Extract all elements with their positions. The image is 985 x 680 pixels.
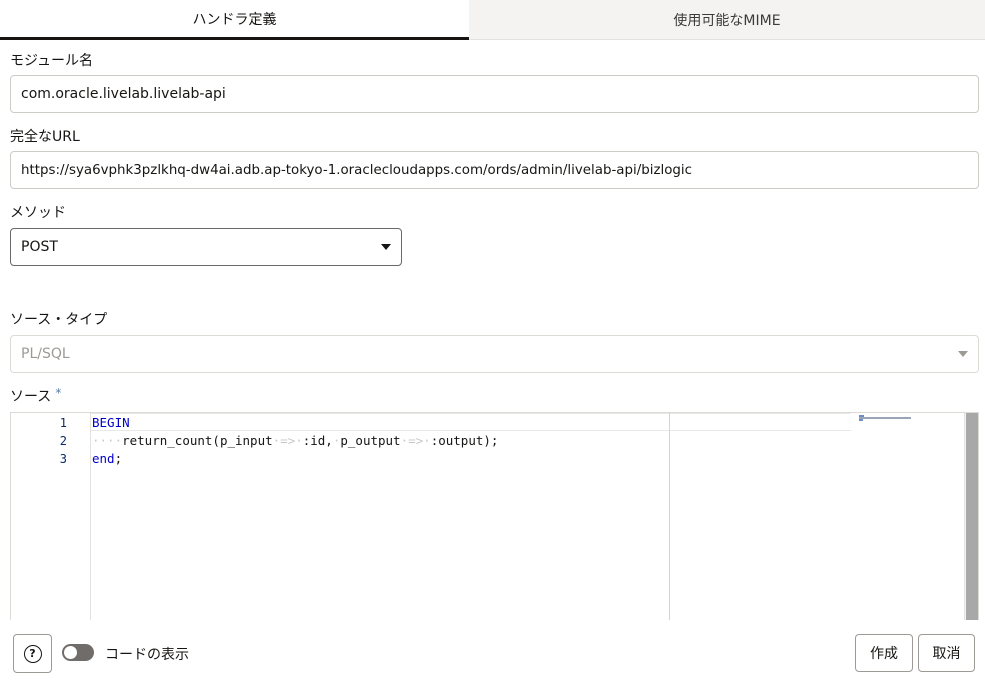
toggle-knob [64,646,77,659]
minimap-line [859,419,863,421]
code-line-3: end; [91,450,848,468]
chevron-down-icon [958,351,968,357]
line-number: 2 [59,434,67,448]
line-number: 3 [59,452,67,466]
code-line-1: BEGIN [91,413,851,431]
tab-available-mime[interactable]: 使用可能なMIME [469,0,985,40]
module-name-field[interactable]: com.oracle.livelab.livelab-api [10,75,979,113]
tab-handler-definition[interactable]: ハンドラ定義 [0,0,469,40]
full-url-field[interactable]: https://sya6vphk3pzlkhq-dw4ai.adb.ap-tok… [10,151,979,189]
code-content[interactable]: BEGIN ····return_count(p_input·=>·:id,·p… [91,413,851,620]
cancel-button[interactable]: 取消 [918,634,975,672]
code-token: p_output [340,433,401,448]
required-marker: * [55,386,62,400]
code-token: ; [114,451,123,466]
scrollbar-thumb[interactable] [966,413,978,620]
code-line-2: ····return_count(p_input·=>·:id,·p_outpu… [91,432,848,450]
method-value: POST [21,239,58,255]
keyword: BEGIN [92,415,130,430]
source-type-select: PL/SQL [10,335,979,373]
code-token: :output); [430,433,499,448]
create-button[interactable]: 作成 [855,634,913,672]
operator-token: ·=>· [272,433,303,448]
show-code-label: コードの表示 [105,647,189,663]
code-editor[interactable]: 1 2 3 BEGIN ····return_count(p_input·=>·… [10,412,979,620]
source-type-label: ソース・タイプ [10,312,108,328]
source-label-text: ソース [10,389,52,405]
keyword: end [92,451,115,466]
full-url-label: 完全なURL [10,129,80,145]
code-minimap[interactable] [859,415,919,421]
tab-bar: ハンドラ定義 使用可能なMIME [0,0,985,40]
line-number: 1 [59,416,67,430]
line-number-gutter: 1 2 3 [11,413,91,620]
vertical-ruler [669,413,670,620]
code-token: :id, [302,433,333,448]
question-mark-icon: ? [23,644,42,663]
chevron-down-icon [381,244,391,250]
module-name-label: モジュール名 [10,53,94,69]
code-token: return_count(p_input [122,433,273,448]
editor-scrollbar[interactable] [964,413,978,620]
help-button[interactable]: ? [13,634,52,673]
method-select[interactable]: POST [10,228,402,266]
method-label: メソッド [10,205,66,221]
dialog-footer: ? コードの表示 作成 取消 [0,620,985,680]
whitespace-marker: ···· [92,433,123,448]
source-type-value: PL/SQL [21,346,70,362]
operator-token: ·=>· [400,433,431,448]
show-code-toggle[interactable] [62,644,94,661]
minimap-line [859,417,911,419]
source-label: ソース * [10,386,61,406]
